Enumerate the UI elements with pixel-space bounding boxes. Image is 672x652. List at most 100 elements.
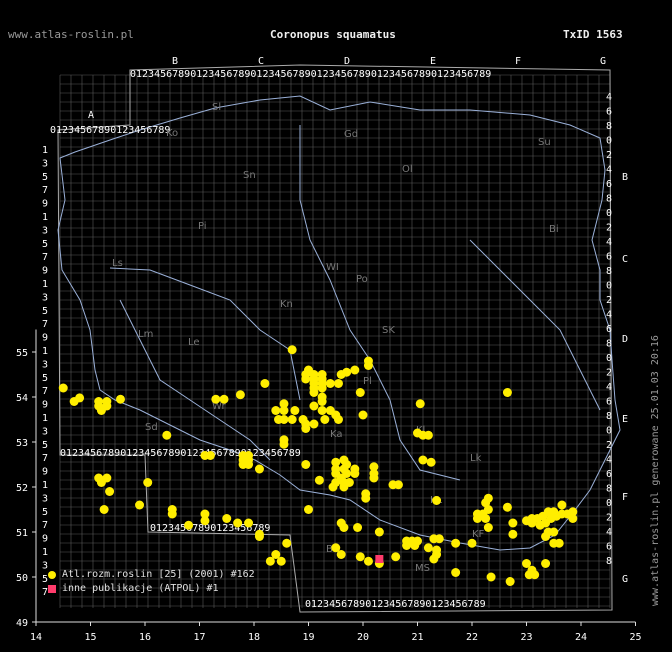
grid-row-digit: 6 bbox=[606, 469, 612, 480]
record-point bbox=[325, 379, 335, 388]
grid-row-digit: 8 bbox=[606, 121, 612, 132]
record-point bbox=[265, 556, 275, 566]
record-point bbox=[143, 478, 153, 487]
legend-primary-label: Atl.rozm.roslin [25] (2001) #162 bbox=[62, 569, 255, 580]
record-point bbox=[244, 460, 254, 469]
lon-tick-label: 17 bbox=[193, 632, 205, 643]
record-point bbox=[502, 388, 512, 397]
legend-atpol-label: inne publikacje (ATPOL) #1 bbox=[62, 583, 219, 594]
record-point bbox=[205, 451, 215, 460]
record-point bbox=[483, 523, 493, 532]
grid-row-digit: 7 bbox=[42, 386, 48, 397]
lat-tick-label: 55 bbox=[16, 348, 28, 359]
record-point bbox=[282, 538, 292, 548]
grid-row-digit: 8 bbox=[606, 484, 612, 495]
record-point bbox=[260, 379, 270, 388]
grid-row-digit: 8 bbox=[606, 194, 612, 205]
record-point bbox=[99, 505, 109, 514]
record-point bbox=[317, 397, 327, 406]
record-point bbox=[96, 478, 106, 487]
record-point bbox=[451, 568, 461, 577]
region-code: Kn bbox=[280, 299, 293, 310]
grid-row-letter: D bbox=[622, 334, 628, 345]
record-point bbox=[279, 415, 289, 424]
grid-row-digit: 1 bbox=[42, 279, 48, 290]
record-point bbox=[467, 538, 477, 548]
record-point bbox=[254, 532, 264, 541]
grid-row-digit: 1 bbox=[42, 480, 48, 491]
legend-circle-icon bbox=[48, 570, 56, 579]
grid-row-digit: 1 bbox=[42, 547, 48, 558]
legend-square-icon bbox=[48, 584, 56, 593]
grid-row-letter: E bbox=[622, 414, 628, 425]
region-code: Gd bbox=[344, 129, 358, 140]
lon-tick-label: 23 bbox=[520, 632, 532, 643]
legend-atpol: inne publikacje (ATPOL) #1 bbox=[48, 583, 219, 594]
record-point bbox=[415, 399, 425, 409]
record-point bbox=[184, 520, 194, 530]
region-code: Sl bbox=[212, 102, 221, 113]
region-code: Ol bbox=[402, 164, 413, 175]
record-point bbox=[432, 496, 442, 505]
record-point bbox=[279, 406, 289, 415]
grid-column-letter: A bbox=[88, 110, 94, 121]
region-code: Sd bbox=[145, 422, 158, 433]
record-point bbox=[418, 455, 428, 465]
grid-row-digit: 3 bbox=[42, 359, 48, 370]
record-point bbox=[320, 415, 330, 424]
grid-row-digit: 0 bbox=[606, 426, 612, 437]
grid-row-digit: 9 bbox=[42, 199, 48, 210]
record-point bbox=[549, 527, 559, 537]
grid-row-digit: 1 bbox=[42, 346, 48, 357]
record-point bbox=[333, 415, 343, 424]
record-point bbox=[167, 509, 177, 519]
grid-row-digit: 0 bbox=[606, 136, 612, 147]
grid-row-digit: 6 bbox=[606, 397, 612, 408]
grid-column-letter: G bbox=[600, 56, 606, 67]
region-code: Pl bbox=[363, 376, 372, 387]
region-code: Po bbox=[356, 274, 368, 285]
record-point bbox=[254, 464, 264, 474]
record-point bbox=[502, 502, 512, 512]
grid-row-digit: 3 bbox=[42, 426, 48, 437]
lon-tick-label: 18 bbox=[248, 632, 260, 643]
lat-tick-label: 53 bbox=[16, 438, 28, 449]
record-point bbox=[304, 505, 313, 514]
region-code: WI bbox=[326, 262, 339, 273]
region-code: Bi bbox=[549, 224, 559, 235]
record-point bbox=[222, 514, 232, 523]
record-point bbox=[423, 543, 433, 553]
grid-row-digit: 2 bbox=[606, 295, 612, 306]
grid-row-digit: 5 bbox=[42, 507, 48, 518]
record-point bbox=[355, 552, 365, 562]
record-point bbox=[342, 367, 352, 377]
lon-tick-label: 19 bbox=[302, 632, 314, 643]
region-code: SK bbox=[382, 325, 395, 336]
grid-row-digit: 0 bbox=[606, 208, 612, 219]
grid-row-letter: B bbox=[622, 172, 628, 183]
record-point bbox=[290, 406, 300, 415]
record-point bbox=[508, 529, 518, 539]
region-code: Le bbox=[188, 337, 200, 348]
region-code: Sn bbox=[243, 170, 256, 181]
grid-top-digits: 0123456789012345678901234567890123456789… bbox=[130, 69, 491, 80]
record-point bbox=[541, 559, 551, 568]
lat-tick-label: 51 bbox=[16, 528, 28, 539]
distribution-map: B C D E F GA012345678901234567890123456789012… bbox=[16, 56, 642, 643]
record-point bbox=[200, 516, 210, 526]
record-point bbox=[309, 388, 319, 397]
grid-row-digit: 9 bbox=[42, 534, 48, 545]
grid-bottom-left-digits: 0123456789012345678901234567890123456789 bbox=[60, 448, 301, 459]
grid-row-digit: 2 bbox=[606, 368, 612, 379]
grid-row-digit: 6 bbox=[606, 324, 612, 335]
grid-row-digit: 6 bbox=[606, 179, 612, 190]
lat-tick-label: 50 bbox=[16, 573, 28, 584]
grid-row-digit: 4 bbox=[606, 382, 612, 393]
record-point bbox=[301, 374, 311, 384]
record-point bbox=[393, 480, 403, 490]
grid-row-digit: 4 bbox=[606, 455, 612, 466]
grid-row-digit: 2 bbox=[606, 223, 612, 234]
grid-row-digit: 8 bbox=[606, 266, 612, 277]
record-point bbox=[301, 460, 311, 469]
record-point bbox=[486, 572, 496, 582]
